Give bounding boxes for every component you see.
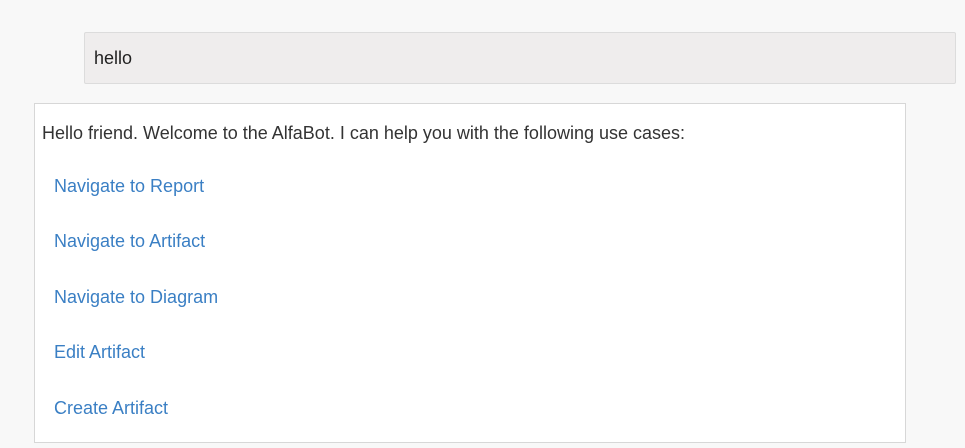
user-message-text: hello <box>94 47 133 68</box>
bot-greeting-text: Hello friend. Welcome to the AlfaBot. I … <box>42 123 686 143</box>
bot-response-panel: Hello friend. Welcome to the AlfaBot. I … <box>34 103 906 443</box>
option-edit-artifact[interactable]: Edit Artifact <box>54 342 145 363</box>
option-navigate-to-diagram[interactable]: Navigate to Diagram <box>54 287 218 308</box>
user-message-bubble: hello <box>84 32 956 84</box>
option-create-artifact[interactable]: Create Artifact <box>54 398 168 419</box>
option-navigate-to-artifact[interactable]: Navigate to Artifact <box>54 231 205 252</box>
option-navigate-to-report[interactable]: Navigate to Report <box>54 176 204 197</box>
